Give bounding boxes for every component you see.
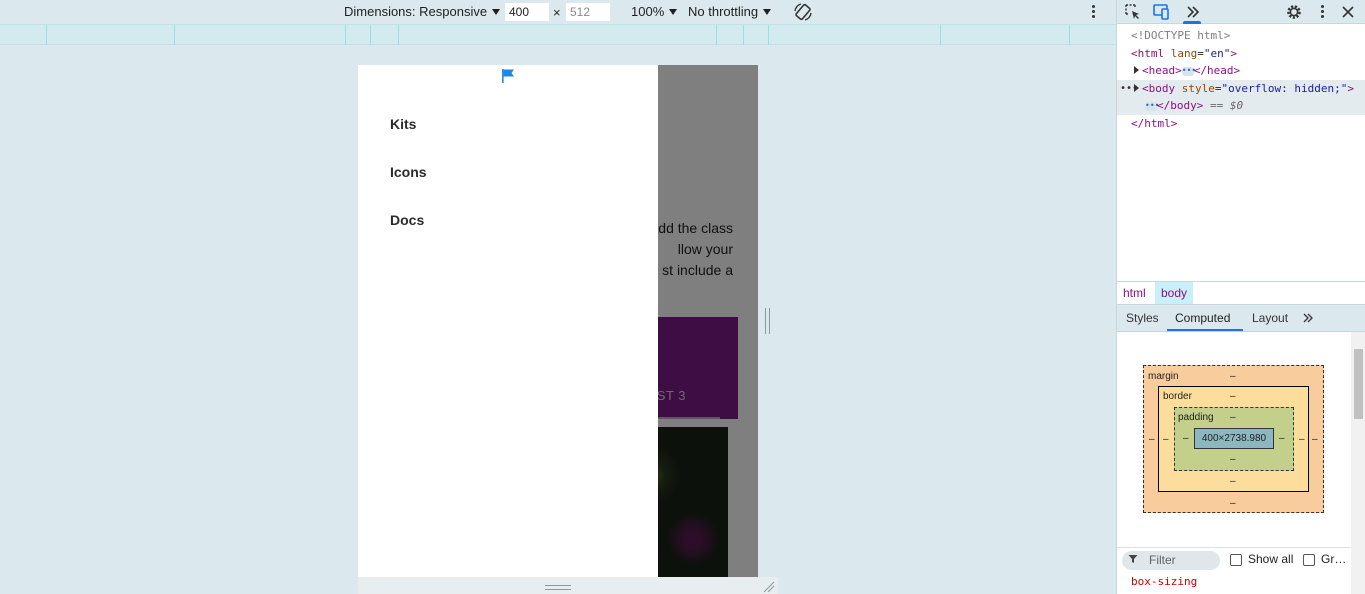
padding-bottom-value: – (1230, 454, 1236, 465)
breadcrumb: html body (1117, 281, 1365, 305)
inspect-element-icon[interactable] (1123, 2, 1143, 22)
ellipsis-icon[interactable]: ••• (1145, 102, 1159, 111)
chevron-down-icon (763, 9, 772, 15)
box-model-margin[interactable]: margin – – – – border – – – – padding – … (1143, 365, 1324, 513)
html-lang-attr: lang (1170, 46, 1198, 60)
resize-handle-bottom[interactable] (545, 585, 571, 590)
more-tabs-icon[interactable] (1183, 2, 1203, 22)
body-style-attr: style (1181, 81, 1215, 95)
tab-computed[interactable]: Computed (1175, 305, 1230, 331)
resize-bar-bottom (358, 577, 778, 594)
html-close-tag: </html> (1131, 116, 1178, 130)
padding-left-value: – (1183, 433, 1189, 444)
resize-corner-icon[interactable] (763, 581, 775, 593)
dimensions-label: Dimensions: Responsive (344, 4, 488, 19)
box-model-border[interactable]: border – – – – padding – – – – 400×2738.… (1158, 386, 1309, 492)
active-tab-indicator (1183, 21, 1201, 24)
device-toggle-icon[interactable] (1151, 2, 1171, 22)
nav-item-kits[interactable]: Kits (390, 116, 416, 132)
zoom-dropdown[interactable]: 100% (631, 0, 678, 24)
dom-node-head[interactable]: <head>•••</head> (1117, 62, 1365, 80)
nav-item-icons[interactable]: Icons (390, 164, 427, 180)
rotate-icon[interactable] (793, 2, 813, 22)
ellipsis-icon[interactable]: ••• (1181, 67, 1196, 76)
padding-label: padding (1178, 412, 1214, 423)
more-options-icon[interactable] (1314, 4, 1330, 20)
styles-tabs: Styles Computed Layout (1117, 305, 1365, 332)
expand-arrow-icon[interactable] (1134, 66, 1139, 74)
show-all-checkbox[interactable] (1230, 554, 1242, 566)
device-toolbar: Dimensions: Responsive 400 × 512 100% No… (0, 0, 1116, 24)
devtools-panel: <!DOCTYPE html> <html lang="en"> <head>•… (1116, 0, 1365, 594)
active-tab-indicator (1167, 329, 1243, 331)
chevron-down-icon (492, 9, 501, 15)
box-model-content[interactable]: 400×2738.980 (1194, 428, 1274, 449)
computed-filter-bar: Filter Show all Gr… (1117, 547, 1351, 573)
height-input[interactable]: 512 (566, 3, 610, 21)
group-label: Gr… (1321, 552, 1347, 566)
scrollbar[interactable] (1351, 332, 1365, 594)
media-query-bar[interactable] (0, 24, 1116, 45)
throttling-label: No throttling (688, 4, 759, 19)
computed-property-row[interactable]: box-sizing (1117, 573, 1351, 594)
group-checkbox[interactable] (1303, 554, 1315, 566)
breadcrumb-body[interactable]: body (1155, 282, 1194, 304)
emulated-viewport: ar add the class llow your st include a … (358, 65, 758, 577)
border-left-value: – (1163, 434, 1169, 445)
head-open-tag: <head> (1142, 64, 1182, 77)
property-name: box-sizing (1131, 575, 1198, 588)
dom-node-html-close[interactable]: </html> (1117, 115, 1365, 133)
dom-node-doctype[interactable]: <!DOCTYPE html> (1117, 27, 1365, 45)
console-ref: == $0 (1209, 99, 1244, 112)
border-label: border (1163, 391, 1192, 402)
border-top-value: – (1230, 391, 1236, 402)
margin-left-value: – (1149, 434, 1155, 445)
body-open-tag: <body (1142, 81, 1176, 95)
width-input[interactable]: 400 (505, 3, 549, 21)
tab-layout[interactable]: Layout (1252, 305, 1288, 331)
show-all-label: Show all (1248, 552, 1294, 566)
times-symbol: × (553, 5, 561, 20)
scrollbar-thumb[interactable] (1354, 349, 1363, 419)
flag-icon (502, 69, 514, 83)
html-open-close: > (1230, 46, 1237, 60)
nav-item-docs[interactable]: Docs (390, 212, 424, 228)
margin-right-value: – (1312, 434, 1318, 445)
margin-top-value: – (1230, 371, 1236, 382)
dom-tree: <!DOCTYPE html> <html lang="en"> <head>•… (1117, 27, 1365, 132)
padding-top-value: – (1230, 412, 1236, 423)
padding-right-value: – (1279, 433, 1285, 444)
border-right-value: – (1299, 434, 1305, 445)
close-icon[interactable] (1338, 2, 1358, 22)
dimensions-dropdown[interactable]: Dimensions: Responsive (344, 0, 501, 24)
throttling-dropdown[interactable]: No throttling (688, 0, 772, 24)
dom-node-body[interactable]: ••• <body style="overflow: hidden;"> (1117, 79, 1365, 97)
doctype-text: <!DOCTYPE html> (1131, 29, 1231, 42)
html-lang-value: "en" (1203, 46, 1231, 60)
dom-node-body-close[interactable]: •••</body> == $0 (1117, 97, 1365, 115)
border-bottom-value: – (1230, 476, 1236, 487)
html-open-tag: <html (1131, 46, 1165, 60)
zoom-label: 100% (631, 4, 665, 19)
breadcrumb-html[interactable]: html (1117, 282, 1152, 304)
margin-label: margin (1148, 371, 1179, 382)
navigation-drawer: Kits Icons Docs (358, 65, 658, 577)
margin-bottom-value: – (1230, 498, 1236, 509)
box-model-padding[interactable]: padding – – – – 400×2738.980 (1174, 407, 1294, 471)
devtools-toolbar (1117, 0, 1365, 24)
more-tabs-icon[interactable] (1300, 310, 1316, 326)
expand-arrow-icon[interactable] (1134, 83, 1139, 92)
body-style-value: "overflow: hidden;" (1221, 81, 1348, 95)
body-open-close: > (1347, 81, 1354, 95)
chevron-down-icon (669, 9, 678, 15)
filter-icon (1128, 555, 1138, 563)
body-close-tag: </body> (1157, 99, 1204, 112)
head-close-tag: </head> (1193, 64, 1241, 77)
more-options-icon[interactable] (1085, 4, 1101, 20)
gear-icon[interactable] (1284, 2, 1304, 22)
dom-node-html[interactable]: <html lang="en"> (1117, 45, 1365, 63)
resize-handle-right[interactable] (764, 308, 772, 334)
box-model-area: margin – – – – border – – – – padding – … (1117, 332, 1351, 547)
tab-styles[interactable]: Styles (1126, 305, 1159, 331)
